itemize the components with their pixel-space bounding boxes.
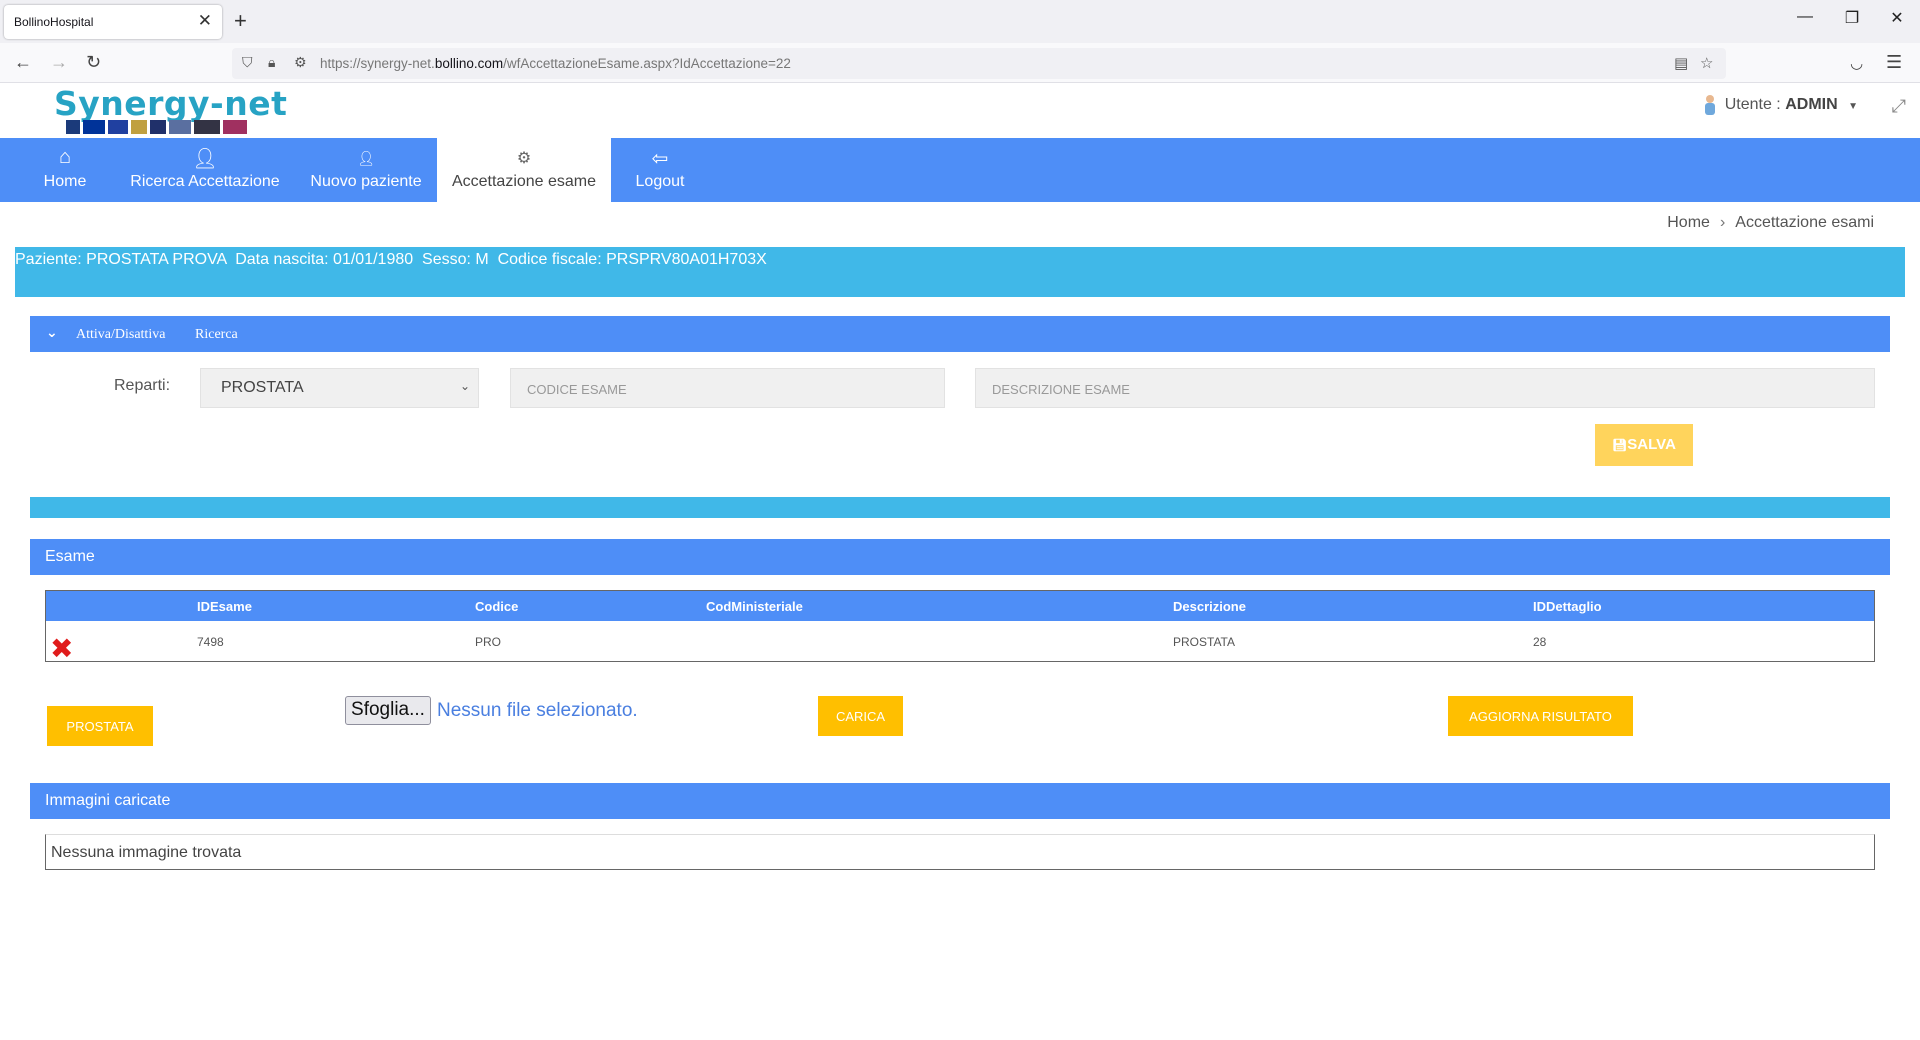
tab-title: BollinoHospital [14, 15, 94, 29]
partner-logos [66, 118, 252, 136]
reparti-selected-value: PROSTATA [221, 379, 304, 396]
esame-section-header: Esame [30, 539, 1890, 575]
esame-title: Esame [45, 548, 95, 565]
column-codministeriale[interactable]: CodMinisteriale [706, 599, 803, 614]
permissions-icon[interactable]: ⚙ [294, 54, 307, 71]
codice-esame-input[interactable]: CODICE ESAME [510, 368, 945, 408]
column-idesame[interactable]: IDEsame [197, 599, 252, 614]
fullscreen-icon[interactable]: ⤢ [1892, 96, 1906, 117]
reparti-label: Reparti: [114, 377, 171, 394]
breadcrumb-current: Accettazione esami [1735, 214, 1874, 231]
url-bar[interactable]: ⛉ 🔒︎ ⚙ https://synergy-net.bollino.com/w… [232, 48, 1726, 79]
menu-item-logout[interactable]: ⇦ Logout [620, 138, 700, 202]
restore-icon[interactable]: ❐ [1837, 8, 1867, 28]
pocket-icon[interactable]: ◡ [1850, 54, 1863, 72]
breadcrumb-home[interactable]: Home [1667, 214, 1710, 231]
table-row: ✖ 7498 PRO PROSTATA 28 [46, 621, 1874, 663]
column-codice[interactable]: Codice [475, 599, 518, 614]
reload-icon[interactable]: ↻ [86, 52, 101, 73]
chevron-right-icon: › [1719, 214, 1726, 231]
descrizione-esame-input[interactable]: DESCRIZIONE ESAME [975, 368, 1875, 408]
cell-descrizione: PROSTATA [1173, 635, 1236, 649]
patient-info-bar: Paziente: PROSTATA PROVA Data nascita: 0… [15, 247, 1905, 297]
menu-item-accettazione-esame[interactable]: ⚙ Accettazione esame [437, 138, 611, 202]
close-icon[interactable]: ✕ [198, 11, 212, 31]
column-iddettaglio[interactable]: IDDettaglio [1533, 599, 1602, 614]
carica-button[interactable]: CARICA [818, 696, 903, 736]
menu-item-ricerca-accettazione[interactable]: 👤︎ Ricerca Accettazione [120, 138, 290, 202]
url-text[interactable]: https://synergy-net.bollino.com/wfAccett… [320, 56, 791, 71]
close-window-icon[interactable]: ✕ [1882, 8, 1912, 28]
immagini-list: Nessuna immagine trovata [45, 834, 1875, 870]
descrizione-esame-placeholder: DESCRIZIONE ESAME [992, 382, 1130, 397]
chevron-down-icon: ⌄ [459, 379, 470, 393]
user-search-icon: 👤︎ [192, 148, 218, 170]
toggle-search-label[interactable]: Attiva/Disattiva [76, 327, 165, 343]
caret-down-icon: ▼ [1848, 101, 1858, 112]
back-icon[interactable]: ← [14, 52, 32, 73]
chevron-down-icon[interactable]: ⌄ [46, 324, 58, 341]
site-header: Synergy-net Utente : ADMIN ▼ ⤢ [0, 84, 1920, 138]
cell-idesame: 7498 [197, 635, 224, 649]
browse-button[interactable]: Sfoglia... [345, 696, 431, 725]
browser-tab-bar: BollinoHospital ✕ + — ❐ ✕ [0, 0, 1920, 43]
aggiorna-risultato-button[interactable]: AGGIORNA RISULTATO [1448, 696, 1633, 736]
immagini-title: Immagini caricate [45, 792, 171, 809]
search-toggle-bar[interactable]: ⌄ Attiva/Disattiva Ricerca [30, 316, 1890, 352]
delete-icon[interactable]: ✖ [50, 635, 73, 663]
browser-tab[interactable]: BollinoHospital ✕ [4, 5, 222, 39]
gear-icon: ⚙ [516, 150, 532, 167]
minimize-icon[interactable]: — [1790, 8, 1820, 26]
patient-info: Paziente: PROSTATA PROVA Data nascita: 0… [15, 251, 767, 268]
save-button[interactable]: 💾︎SALVA [1595, 424, 1693, 466]
prostata-button[interactable]: PROSTATA [47, 706, 153, 746]
breadcrumb: Home › Accettazione esami [1667, 214, 1874, 232]
menu-icon[interactable]: ☰ [1886, 52, 1902, 73]
empty-images-text: Nessuna immagine trovata [51, 844, 242, 861]
search-label: Ricerca [195, 327, 238, 342]
floppy-icon: 💾︎ [1612, 438, 1628, 452]
shield-icon[interactable]: ⛉ [242, 54, 253, 71]
forward-icon[interactable]: → [50, 52, 68, 73]
column-descrizione[interactable]: Descrizione [1173, 599, 1246, 614]
reparti-select[interactable]: PROSTATA ⌄ [200, 368, 479, 408]
user-menu[interactable]: Utente : ADMIN ▼ [1725, 96, 1858, 114]
new-tab-icon[interactable]: + [234, 8, 247, 34]
home-icon: ⌂ [58, 146, 72, 168]
immagini-section-header: Immagini caricate [30, 783, 1890, 819]
table-header: IDEsame Codice CodMinisteriale Descrizio… [46, 591, 1874, 621]
logout-icon: ⇦ [651, 148, 669, 170]
bookmark-star-icon[interactable]: ☆ [1700, 54, 1713, 72]
esame-table: IDEsame Codice CodMinisteriale Descrizio… [45, 590, 1875, 663]
browser-nav-bar: ← → ↻ ⛉ 🔒︎ ⚙ https://synergy-net.bollino… [0, 43, 1920, 83]
main-menu: ⌂ Home 👤︎ Ricerca Accettazione 👤︎ Nuovo … [0, 138, 1920, 202]
cell-codice: PRO [475, 635, 502, 649]
cell-iddettaglio: 28 [1533, 635, 1547, 649]
avatar [1705, 95, 1715, 115]
reader-view-icon[interactable]: ▤ [1674, 54, 1688, 72]
codice-esame-placeholder: CODICE ESAME [527, 382, 627, 397]
menu-item-home[interactable]: ⌂ Home [30, 138, 100, 202]
separator-strip [30, 497, 1890, 518]
menu-item-nuovo-paziente[interactable]: 👤︎ Nuovo paziente [304, 138, 428, 202]
no-file-label: Nessun file selezionato. [437, 700, 638, 721]
lock-icon[interactable]: 🔒︎ [268, 54, 275, 71]
user-icon: 👤︎ [357, 150, 375, 166]
